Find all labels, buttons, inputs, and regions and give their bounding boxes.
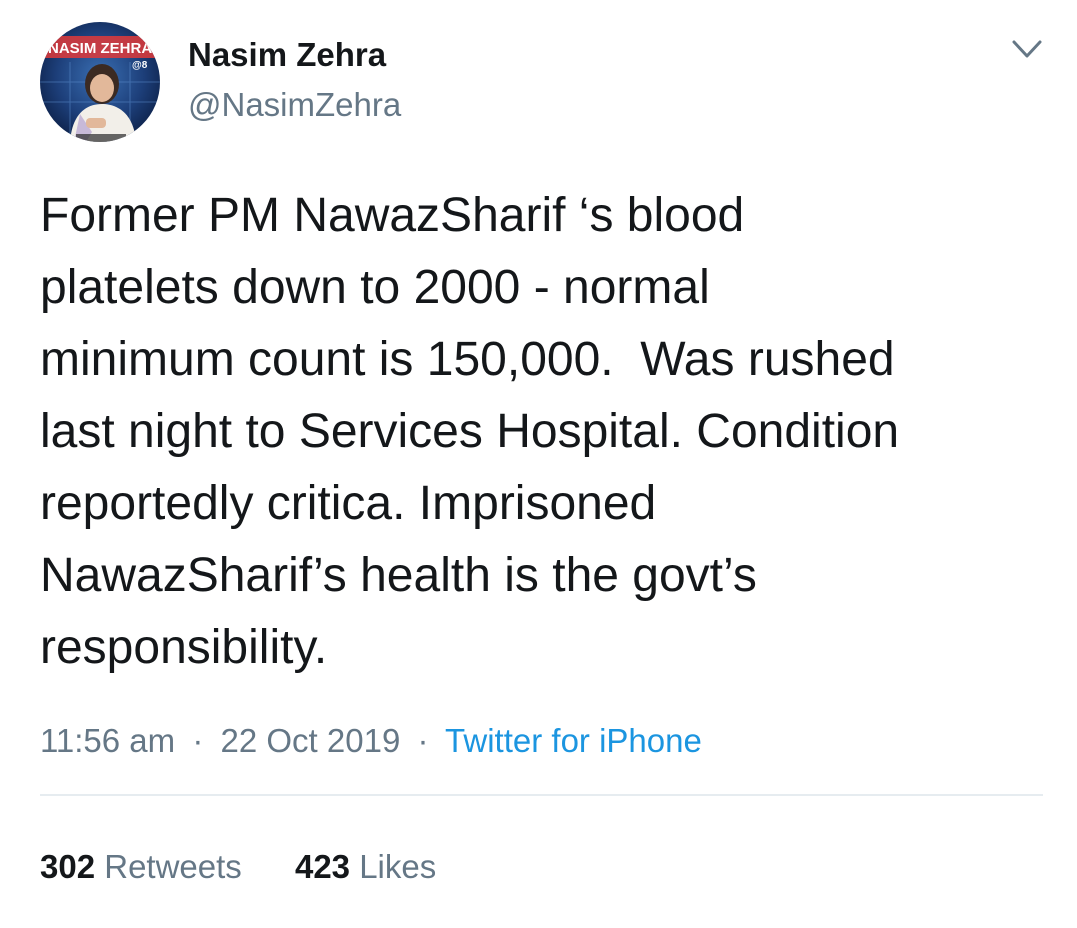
meta-separator: · <box>417 722 429 759</box>
author-handle[interactable]: @NasimZehra <box>188 86 401 124</box>
tweet-card: NASIM ZEHRA @8 Nasim Zehra @NasimZehra F… <box>0 0 1077 928</box>
retweets-count: 302 <box>40 848 96 885</box>
avatar-banner-number: @8 <box>132 60 148 71</box>
retweets-label: Retweets <box>104 848 242 885</box>
likes-count: 423 <box>294 848 351 885</box>
likes-stat[interactable]: 423 Likes <box>295 848 436 886</box>
tweet-stats: 302 Retweets 423 Likes <box>40 848 480 886</box>
retweets-stat[interactable]: 302 Retweets <box>40 848 242 886</box>
likes-label: Likes <box>359 848 437 885</box>
tweet-source-link[interactable]: Twitter for iPhone <box>445 722 702 759</box>
avatar-banner-text: NASIM ZEHRA <box>48 40 152 57</box>
tweet-text: Former PM NawazSharif ‘s blood platelets… <box>40 189 900 674</box>
avatar-image: NASIM ZEHRA @8 <box>40 22 160 142</box>
tweet-date[interactable]: 22 Oct 2019 <box>221 722 401 759</box>
meta-separator: · <box>192 722 204 759</box>
divider <box>40 794 1043 796</box>
avatar[interactable]: NASIM ZEHRA @8 <box>40 22 160 142</box>
tweet-time[interactable]: 11:56 am <box>40 722 175 759</box>
chevron-down-icon[interactable] <box>1010 36 1044 64</box>
author-display-name[interactable]: Nasim Zehra <box>188 36 386 74</box>
tweet-metadata: 11:56 am · 22 Oct 2019 · Twitter for iPh… <box>40 722 702 760</box>
